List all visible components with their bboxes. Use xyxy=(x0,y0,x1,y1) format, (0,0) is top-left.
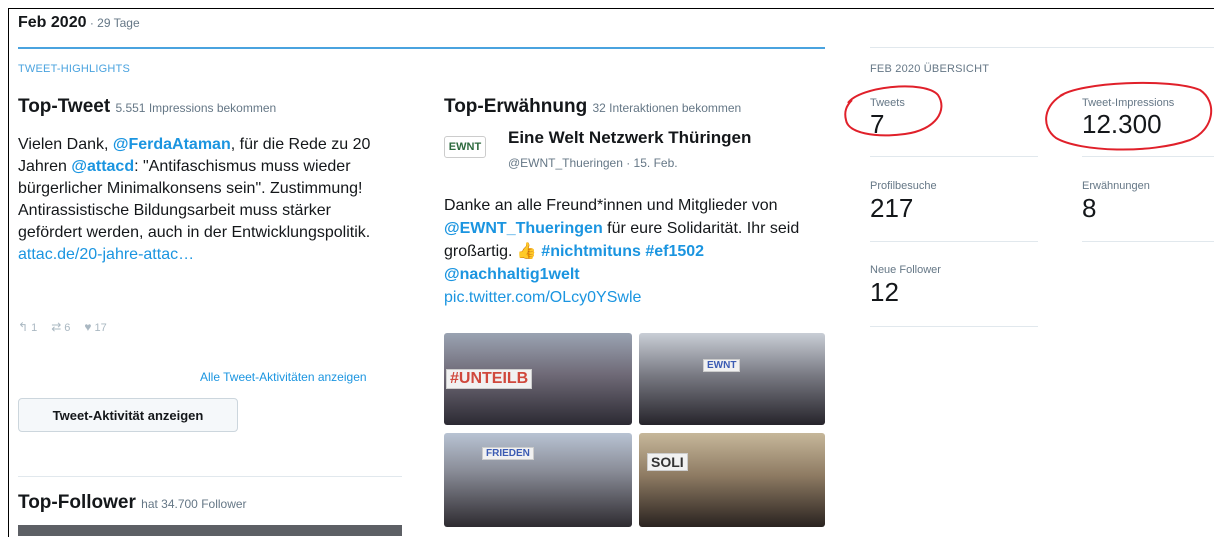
annotation-circle-tweets xyxy=(844,85,943,137)
annotation-circle-impressions xyxy=(1045,81,1213,151)
annotation-layer xyxy=(844,81,1213,151)
